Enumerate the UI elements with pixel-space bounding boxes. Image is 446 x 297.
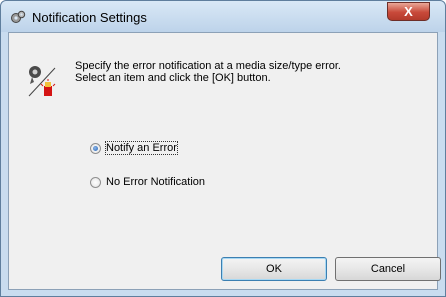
cancel-button[interactable]: Cancel: [335, 257, 441, 281]
close-button[interactable]: X: [387, 2, 430, 21]
radio-label-no-error-notification[interactable]: No Error Notification: [106, 176, 205, 188]
radio-button-unselected[interactable]: [90, 177, 101, 188]
gears-icon: [10, 10, 26, 24]
radio-label-notify-error[interactable]: Notify an Error: [105, 141, 178, 155]
title-bar[interactable]: Notification Settings X: [1, 1, 445, 32]
close-icon: X: [404, 4, 413, 19]
instruction-text: Specify the error notification at a medi…: [75, 60, 341, 84]
ok-button[interactable]: OK: [221, 257, 327, 281]
dialog-body: Specify the error notification at a medi…: [8, 32, 441, 290]
radio-no-error-notification[interactable]: No Error Notification: [90, 175, 290, 191]
notification-error-icon: [27, 62, 59, 98]
instruction-line-1: Specify the error notification at a medi…: [75, 60, 341, 72]
instruction-line-2: Select an item and click the [OK] button…: [75, 72, 271, 84]
radio-notify-error[interactable]: Notify an Error: [90, 141, 290, 157]
radio-button-selected[interactable]: [90, 143, 101, 154]
window-title: Notification Settings: [32, 10, 147, 25]
dialog-window: Notification Settings X Specify the erro…: [0, 0, 446, 297]
